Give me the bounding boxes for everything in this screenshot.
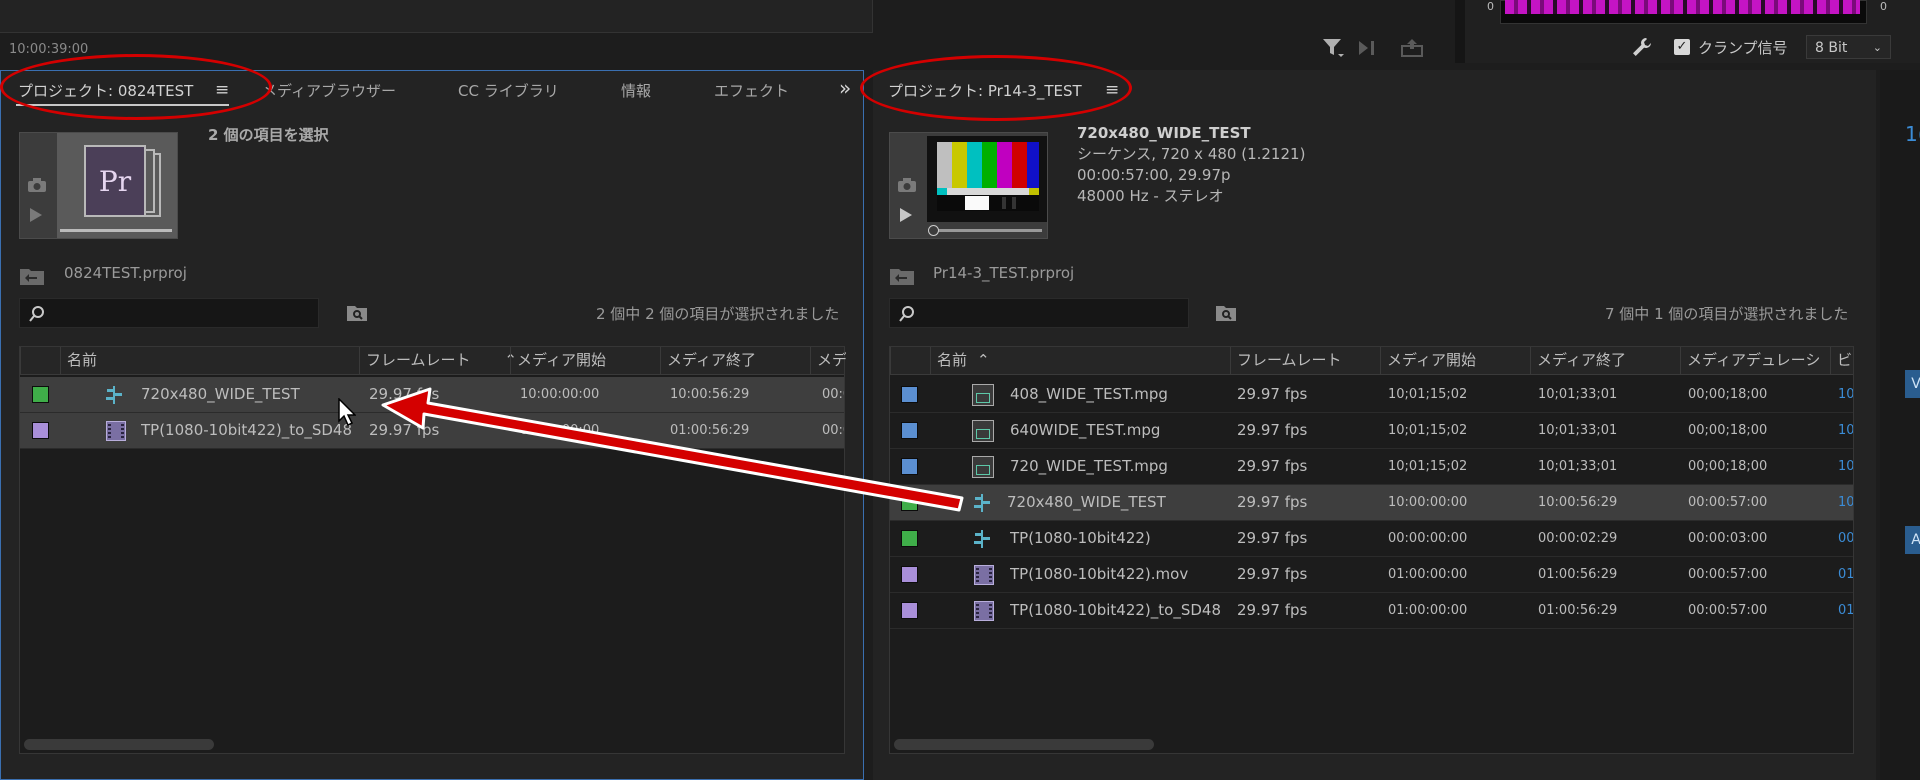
mouse-cursor-icon	[338, 397, 357, 430]
annotation-arrow	[381, 387, 964, 512]
